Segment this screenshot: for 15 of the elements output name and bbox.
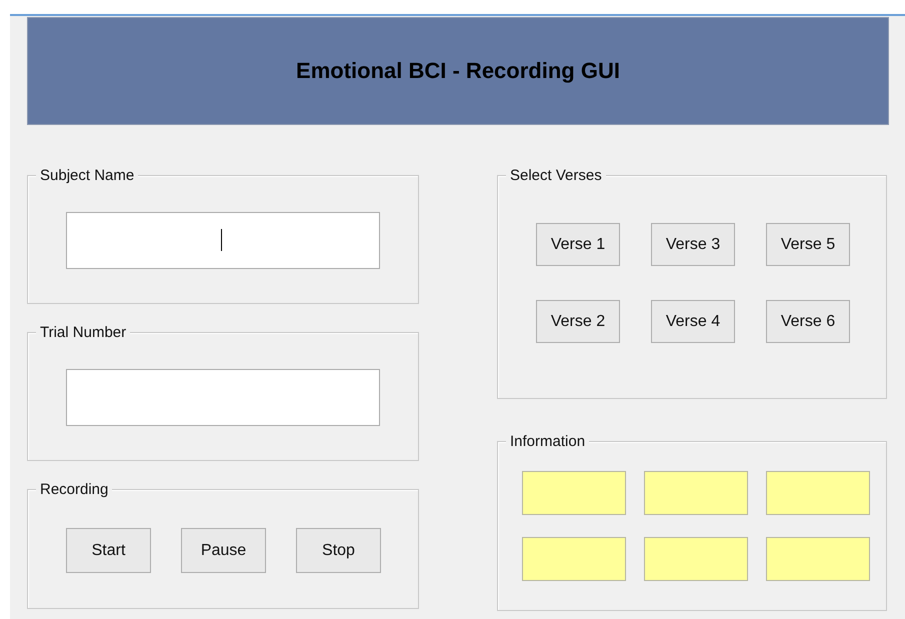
push-button[interactable]: Start xyxy=(66,528,151,573)
text-cursor xyxy=(221,229,222,251)
window-title: Emotional BCI - Recording GUI xyxy=(296,58,620,84)
group-label: Subject Name xyxy=(36,167,138,184)
push-button[interactable]: Pause xyxy=(181,528,266,573)
push-button[interactable]: Stop xyxy=(296,528,381,573)
verse-button[interactable]: Verse 3 xyxy=(651,223,735,266)
group-label: Recording xyxy=(36,481,112,498)
verse-button[interactable]: Verse 1 xyxy=(536,223,620,266)
input-field[interactable] xyxy=(66,212,380,269)
verse-button[interactable]: Verse 2 xyxy=(536,300,620,343)
verse-button[interactable]: Verse 5 xyxy=(766,223,850,266)
verse-button[interactable]: Verse 4 xyxy=(651,300,735,343)
input-field[interactable] xyxy=(66,369,380,426)
verse-button[interactable]: Verse 6 xyxy=(766,300,850,343)
